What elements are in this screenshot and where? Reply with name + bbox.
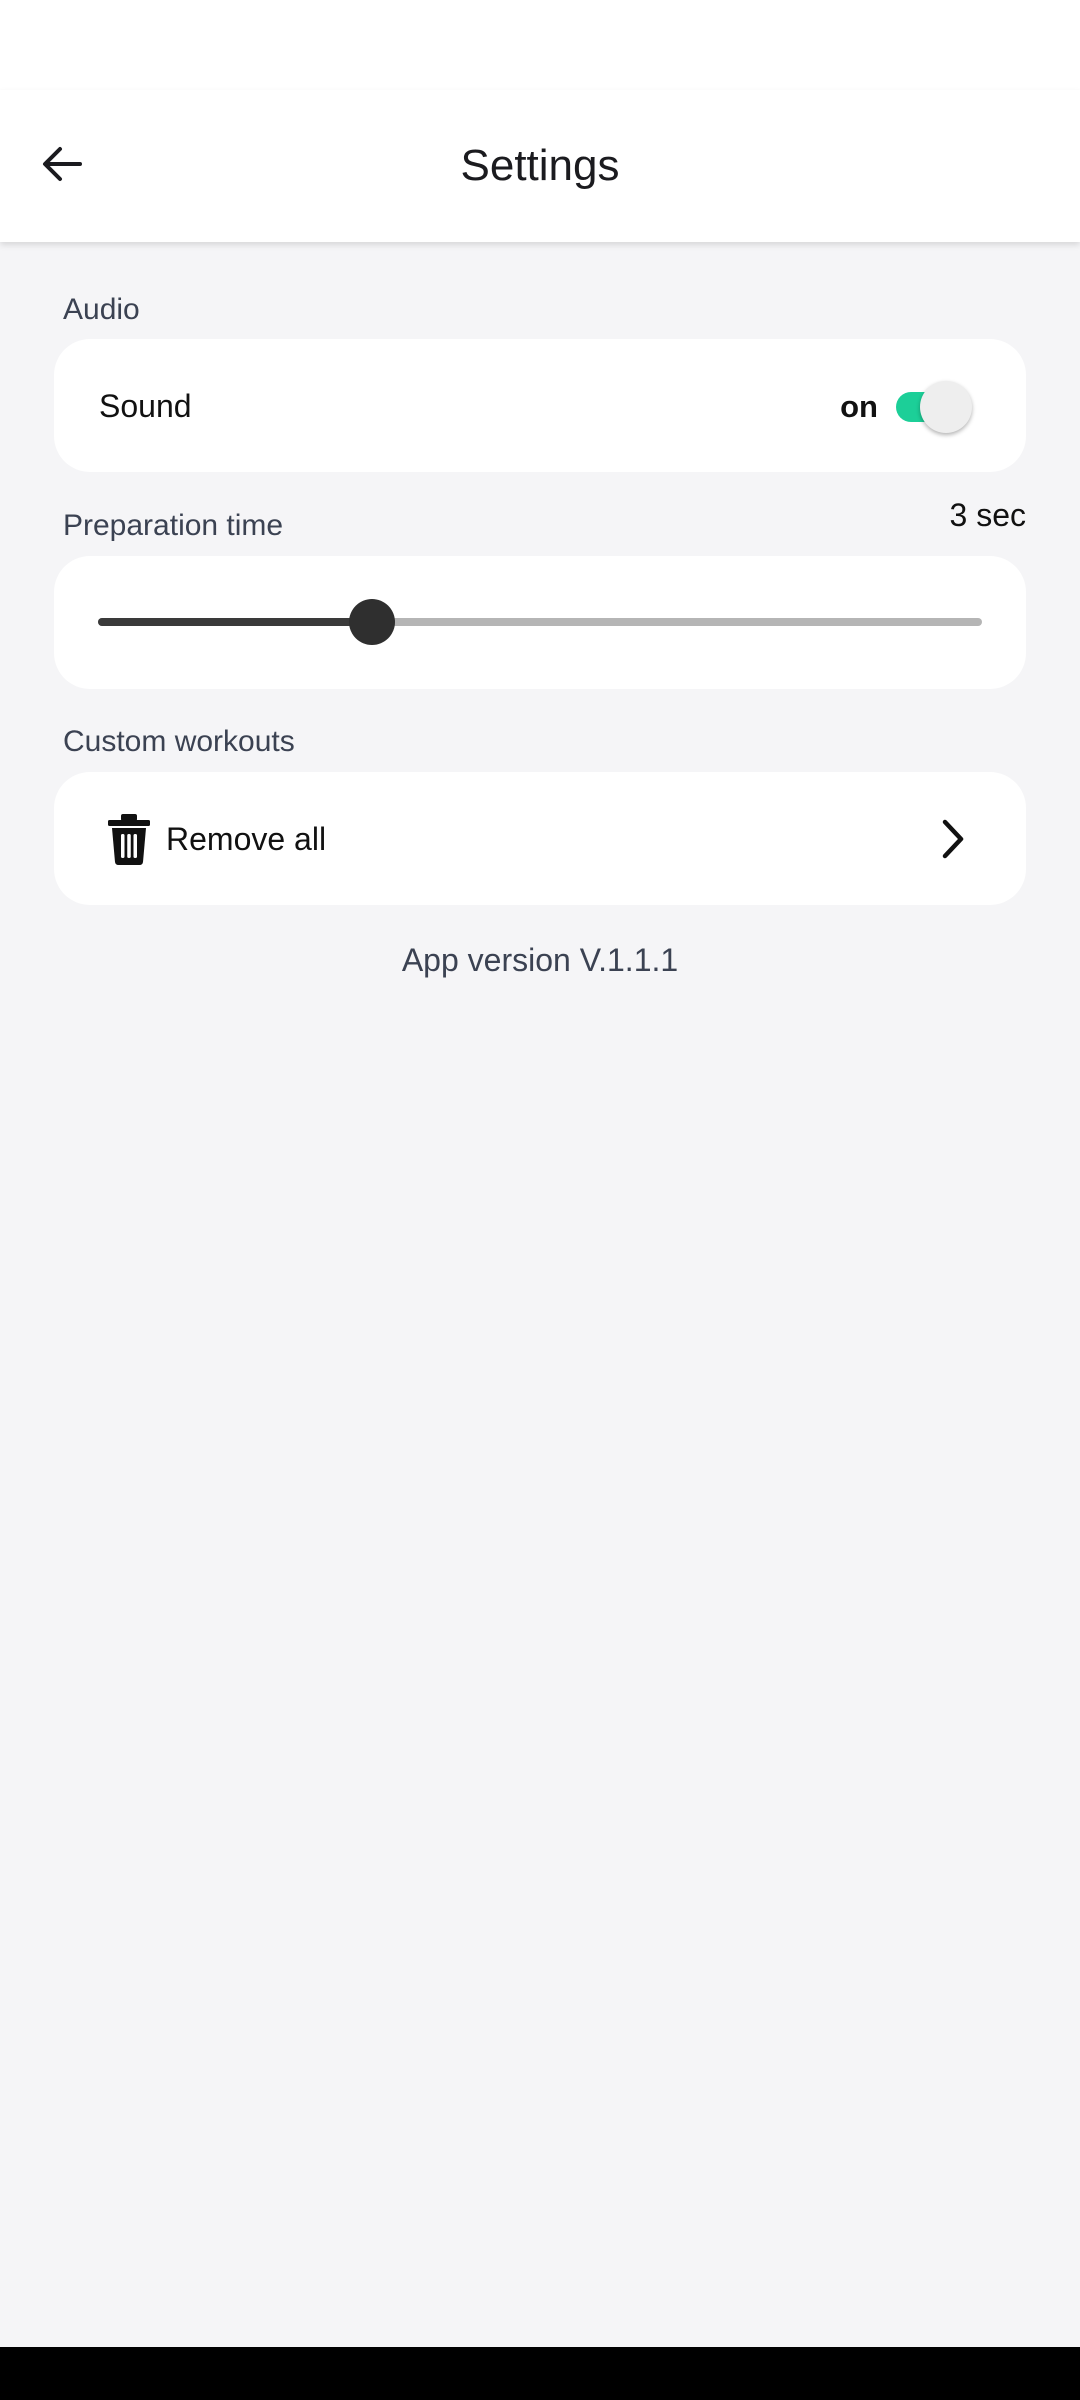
remove-all-row[interactable]: Remove all: [54, 772, 1026, 905]
preparation-card: [54, 556, 1026, 689]
sound-toggle-thumb: [920, 381, 972, 433]
page-title: Settings: [460, 141, 620, 190]
custom-workouts-section-label: Custom workouts: [63, 725, 295, 758]
slider-thumb[interactable]: [349, 599, 396, 645]
sound-toggle[interactable]: [896, 381, 974, 433]
app-version-text: App version V.1.1.1: [401, 942, 679, 978]
navigation-bar: [0, 2347, 1080, 2400]
chevron-right-icon: [942, 819, 964, 859]
audio-section-label: Audio: [63, 293, 140, 326]
preparation-time-value: 3 sec: [949, 497, 1026, 533]
settings-screen: Settings Audio Sound on Preparation time…: [0, 0, 1080, 2400]
preparation-time-slider[interactable]: [98, 594, 982, 650]
trash-icon: [108, 814, 150, 865]
preparation-section-label: Preparation time: [63, 509, 284, 542]
sound-card: Sound on: [54, 339, 1026, 472]
sound-state-text: on: [840, 389, 878, 424]
remove-all-label: Remove all: [166, 821, 327, 857]
status-bar: [0, 0, 1080, 90]
sound-label: Sound: [99, 388, 192, 424]
slider-fill: [98, 618, 373, 626]
app-bar: Settings: [0, 90, 1080, 242]
